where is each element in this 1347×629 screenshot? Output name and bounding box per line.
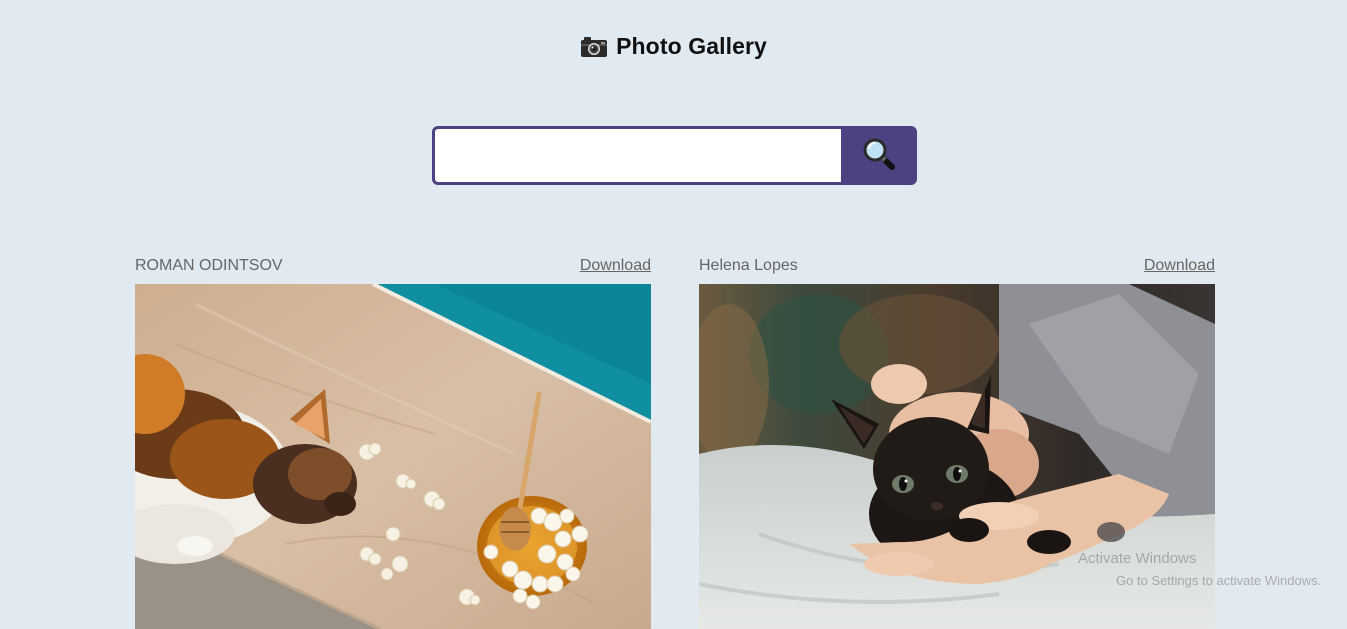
photo-image[interactable] bbox=[699, 284, 1215, 629]
camera-icon bbox=[580, 36, 608, 58]
photo-meta: ROMAN ODINTSOV Download bbox=[135, 255, 651, 277]
download-link[interactable]: Download bbox=[580, 257, 651, 275]
photo-meta: Helena Lopes Download bbox=[699, 255, 1215, 277]
search-input[interactable] bbox=[432, 126, 841, 185]
search-button[interactable] bbox=[841, 126, 917, 185]
photo-card: ROMAN ODINTSOV Download bbox=[135, 255, 651, 629]
page-title: Photo Gallery bbox=[616, 33, 767, 59]
magnifying-glass-icon bbox=[861, 136, 897, 175]
search-bar bbox=[432, 126, 917, 185]
photo-card: Helena Lopes Download bbox=[699, 255, 1215, 629]
photo-image[interactable] bbox=[135, 284, 651, 629]
photo-gallery: ROMAN ODINTSOV Download Helena Lopes Dow… bbox=[135, 255, 1215, 629]
photo-author: Helena Lopes bbox=[699, 257, 798, 274]
download-link[interactable]: Download bbox=[1144, 257, 1215, 275]
page-header: Photo Gallery bbox=[0, 33, 1347, 60]
photo-author: ROMAN ODINTSOV bbox=[135, 257, 283, 274]
